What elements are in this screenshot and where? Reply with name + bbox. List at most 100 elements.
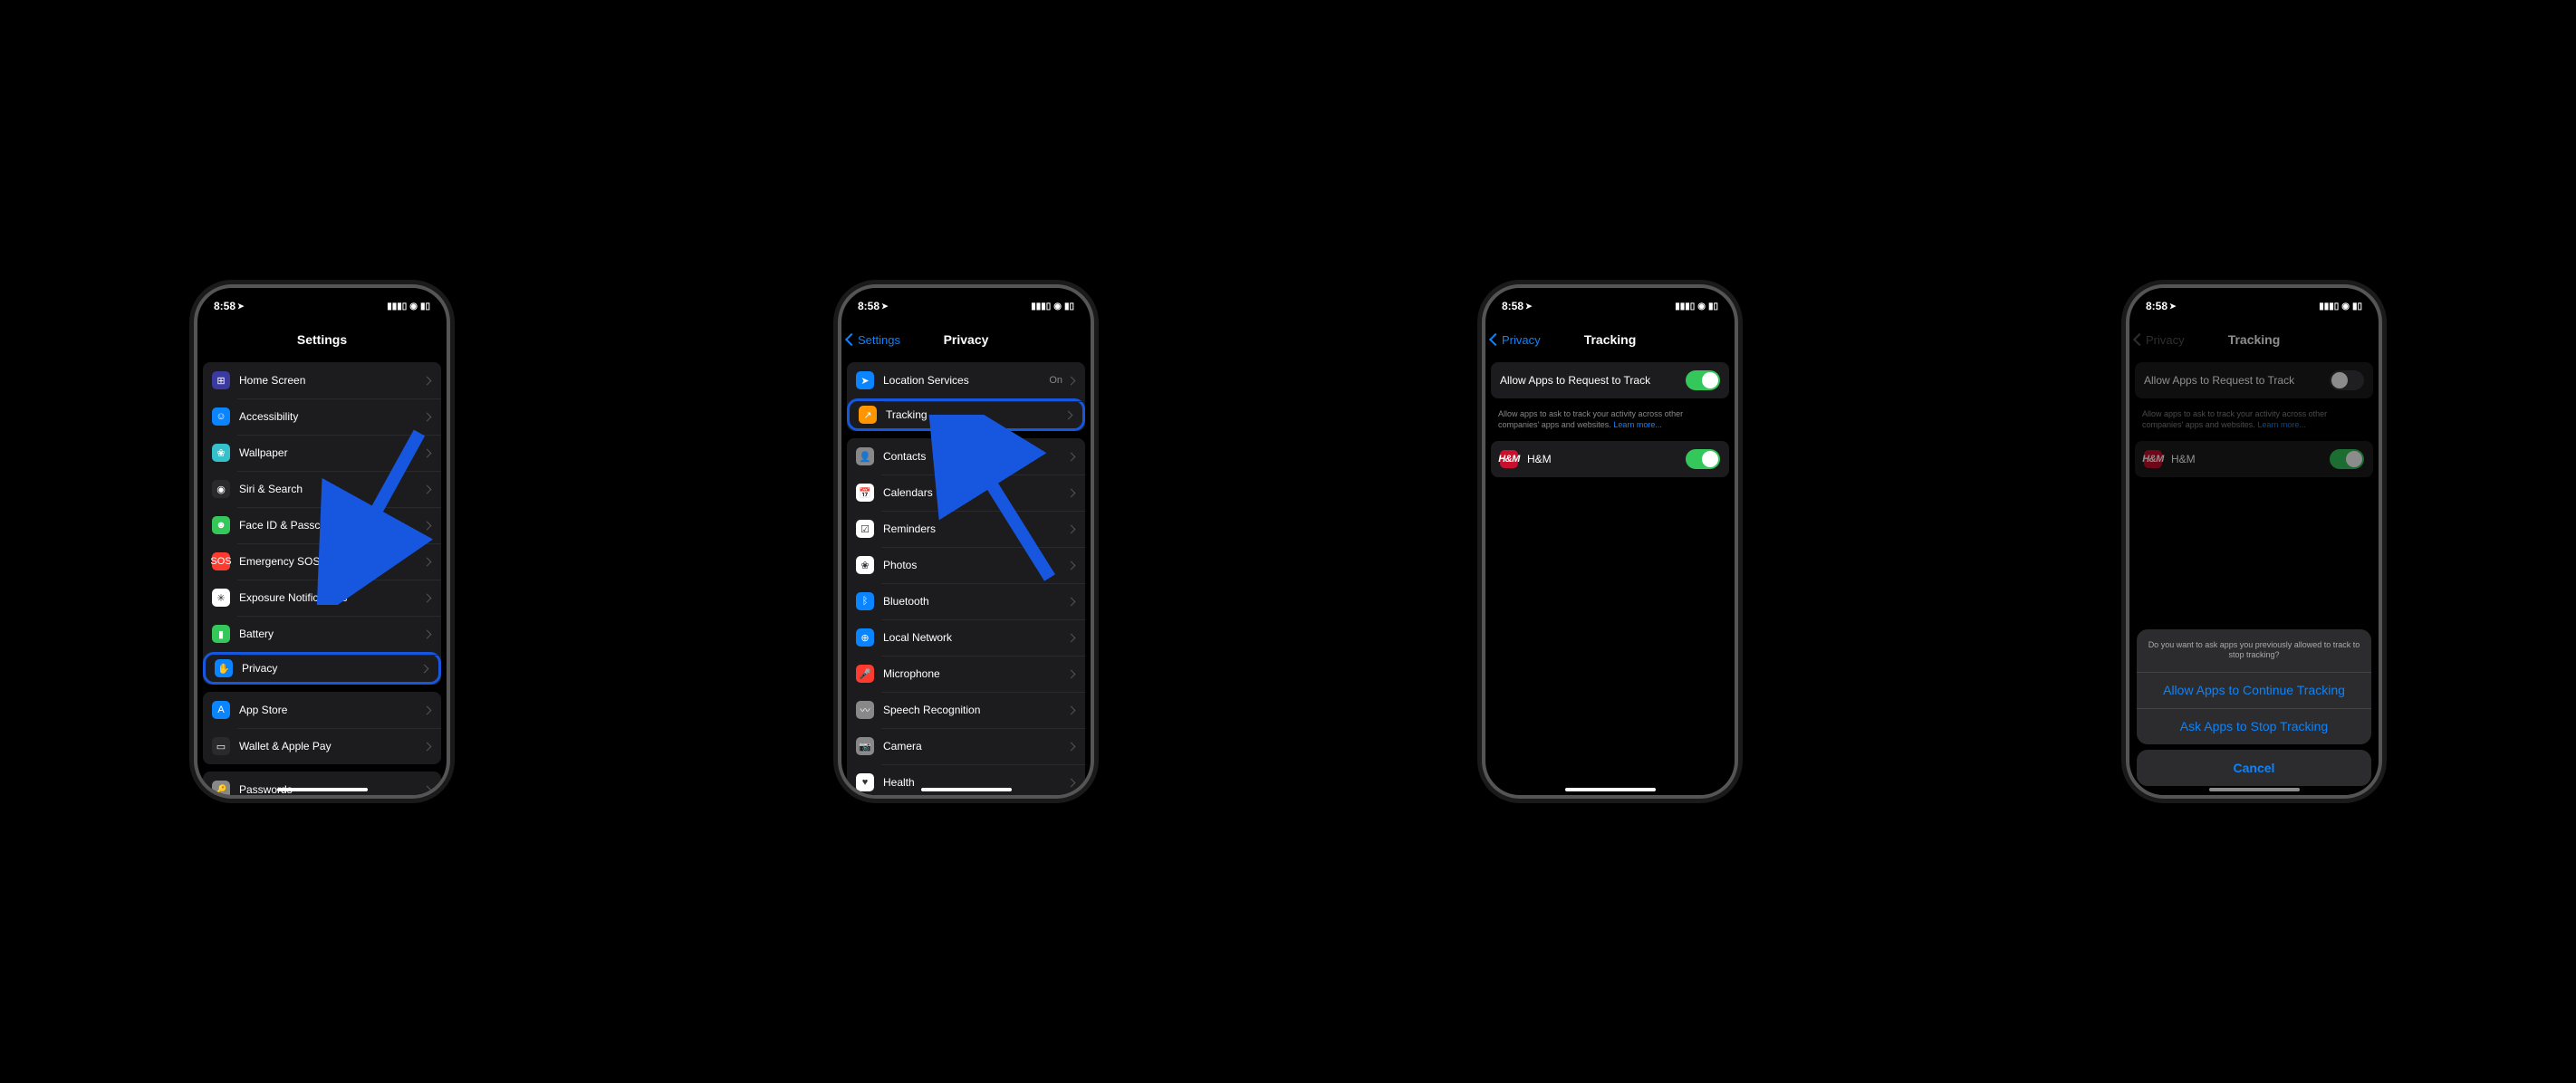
phone-privacy: 8:58➤ ▮▮▮▯◉▮▯ Settings Privacy ➤Location…: [838, 284, 1094, 799]
sheet-cancel[interactable]: Cancel: [2137, 750, 2371, 786]
allow-toggle[interactable]: [1686, 370, 1720, 390]
settings-row-accessibility[interactable]: ☺Accessibility: [203, 398, 441, 435]
screen: Settings Privacy ➤Location ServicesOn↗Tr…: [841, 324, 1091, 795]
chevron-right-icon: [423, 521, 432, 530]
settings-row-calendars[interactable]: 📅Calendars: [847, 474, 1085, 511]
row-label: Bluetooth: [883, 595, 1068, 608]
settings-row-home-screen[interactable]: ⊞Home Screen: [203, 362, 441, 398]
settings-row-siri-search[interactable]: ◉ Siri & Search: [203, 471, 441, 507]
sheet-continue-tracking[interactable]: Allow Apps to Continue Tracking: [2137, 672, 2371, 708]
settings-group: AApp Store▭Wallet & Apple Pay: [203, 692, 441, 764]
settings-row-local-network[interactable]: ⊕Local Network: [847, 619, 1085, 656]
chevron-right-icon: [1067, 742, 1076, 751]
settings-row-privacy[interactable]: ✋ Privacy: [203, 652, 441, 685]
settings-row-photos[interactable]: ❀ Photos: [847, 547, 1085, 583]
status-time: 8:58: [2146, 300, 2167, 312]
chevron-right-icon: [423, 448, 432, 457]
settings-group: ⊞Home Screen☺Accessibility❀Wallpaper ◉ Sir…: [203, 362, 441, 685]
settings-row-wallpaper[interactable]: ❀Wallpaper: [203, 435, 441, 471]
settings-row-contacts[interactable]: 👤Contacts: [847, 438, 1085, 474]
settings-row-location-services[interactable]: ➤Location ServicesOn: [847, 362, 1085, 398]
row-icon: ◉: [212, 480, 230, 498]
status-time: 8:58: [858, 300, 879, 312]
chevron-right-icon: [1067, 705, 1076, 714]
settings-row-passwords[interactable]: 🔑Passwords: [203, 772, 441, 795]
app-toggle[interactable]: [1686, 449, 1720, 469]
location-icon: ➤: [1525, 302, 1533, 311]
footer-text: Allow apps to ask to track your activity…: [2142, 409, 2327, 429]
hm-app-icon: H&M: [2144, 450, 2162, 468]
learn-more-link[interactable]: Learn more...: [1613, 420, 1662, 429]
wifi-icon: ◉: [1697, 302, 1706, 311]
settings-row-app-store[interactable]: AApp Store: [203, 692, 441, 728]
row-icon: SOS: [212, 552, 230, 570]
settings-row-speech-recognition[interactable]: 〰Speech Recognition: [847, 692, 1085, 728]
home-indicator[interactable]: [921, 788, 1012, 791]
battery-icon: ▮▯: [1064, 302, 1074, 311]
phone-settings: 8:58 ➤ ▮▮▮▯ ◉ ▮▯ Settings ⊞Home Screen☺A…: [194, 284, 450, 799]
row-icon: ⊞: [212, 371, 230, 389]
back-button[interactable]: Settings: [847, 333, 900, 347]
settings-row-camera[interactable]: 📷 Camera: [847, 728, 1085, 764]
settings-row-emergency-sos[interactable]: SOS Emergency SOS: [203, 543, 441, 580]
hm-app-icon: H&M: [1500, 450, 1518, 468]
back-button[interactable]: Privacy: [1491, 333, 1541, 347]
row-icon: 📷: [856, 737, 874, 755]
home-indicator[interactable]: [1565, 788, 1656, 791]
row-label: Camera: [883, 740, 1068, 752]
settings-row-face-id-passcode[interactable]: ☻Face ID & Passcode: [203, 507, 441, 543]
row-icon: ❀: [856, 556, 874, 574]
settings-row-battery[interactable]: ▮Battery: [203, 616, 441, 652]
chevron-right-icon: [1067, 488, 1076, 497]
chevron-left-icon: [845, 333, 858, 346]
chevron-right-icon: [423, 593, 432, 602]
row-icon: ᛒ: [856, 592, 874, 610]
wifi-icon: ◉: [1053, 302, 1062, 311]
chevron-right-icon: [420, 664, 429, 673]
row-icon: 〰: [856, 701, 874, 719]
row-icon: ✋: [215, 659, 233, 677]
notch: [268, 288, 377, 310]
chevron-right-icon: [423, 742, 432, 751]
row-label: Emergency SOS: [239, 555, 424, 568]
row-label: Photos: [883, 559, 1068, 571]
chevron-right-icon: [1067, 452, 1076, 461]
settings-row-tracking[interactable]: ↗Tracking: [847, 398, 1085, 431]
settings-row-wallet-apple-pay[interactable]: ▭Wallet & Apple Pay: [203, 728, 441, 764]
wifi-icon: ◉: [2341, 302, 2350, 311]
sheet-options: Do you want to ask apps you previously a…: [2137, 629, 2371, 744]
screen: Privacy Tracking Allow Apps to Request t…: [2129, 324, 2379, 795]
notch: [1556, 288, 1665, 310]
allow-label: Allow Apps to Request to Track: [1500, 374, 1686, 387]
chevron-right-icon: [423, 376, 432, 385]
signal-icon: ▮▮▮▯: [2319, 302, 2339, 311]
settings-row-microphone[interactable]: 🎤Microphone: [847, 656, 1085, 692]
notch: [912, 288, 1021, 310]
chevron-left-icon: [1489, 333, 1502, 346]
action-sheet: Do you want to ask apps you previously a…: [2137, 629, 2371, 786]
phone-tracking-sheet: 8:58➤ ▮▮▮▯◉▮▯ Privacy Tracking Allow App…: [2126, 284, 2382, 799]
sheet-stop-tracking[interactable]: Ask Apps to Stop Tracking: [2137, 708, 2371, 744]
nav-header: Privacy Tracking: [2129, 324, 2379, 355]
chevron-right-icon: [1067, 524, 1076, 533]
status-time: 8:58: [1502, 300, 1523, 312]
settings-row-exposure-notifications[interactable]: ✳Exposure Notifications: [203, 580, 441, 616]
chevron-left-icon: [2133, 333, 2146, 346]
home-indicator[interactable]: [277, 788, 368, 791]
chevron-right-icon: [423, 557, 432, 566]
app-row-hm[interactable]: H&M H&M: [1491, 441, 1729, 477]
app-label: H&M: [1527, 453, 1686, 465]
back-button: Privacy: [2135, 333, 2185, 347]
row-icon: 🎤: [856, 665, 874, 683]
allow-tracking-row[interactable]: Allow Apps to Request to Track: [1491, 362, 1729, 398]
location-icon: ➤: [237, 302, 245, 311]
location-icon: ➤: [881, 302, 889, 311]
settings-row-bluetooth[interactable]: ᛒ Bluetooth: [847, 583, 1085, 619]
settings-group: 👤Contacts📅Calendars☑Reminders ❀ Photos ᛒ Blu…: [847, 438, 1085, 795]
row-label: Siri & Search: [239, 483, 424, 495]
row-label: Privacy: [242, 662, 421, 675]
tracking-footer: Allow apps to ask to track your activity…: [2129, 406, 2379, 434]
row-label: Reminders: [883, 522, 1068, 535]
settings-row-reminders[interactable]: ☑Reminders: [847, 511, 1085, 547]
location-icon: ➤: [2169, 302, 2177, 311]
